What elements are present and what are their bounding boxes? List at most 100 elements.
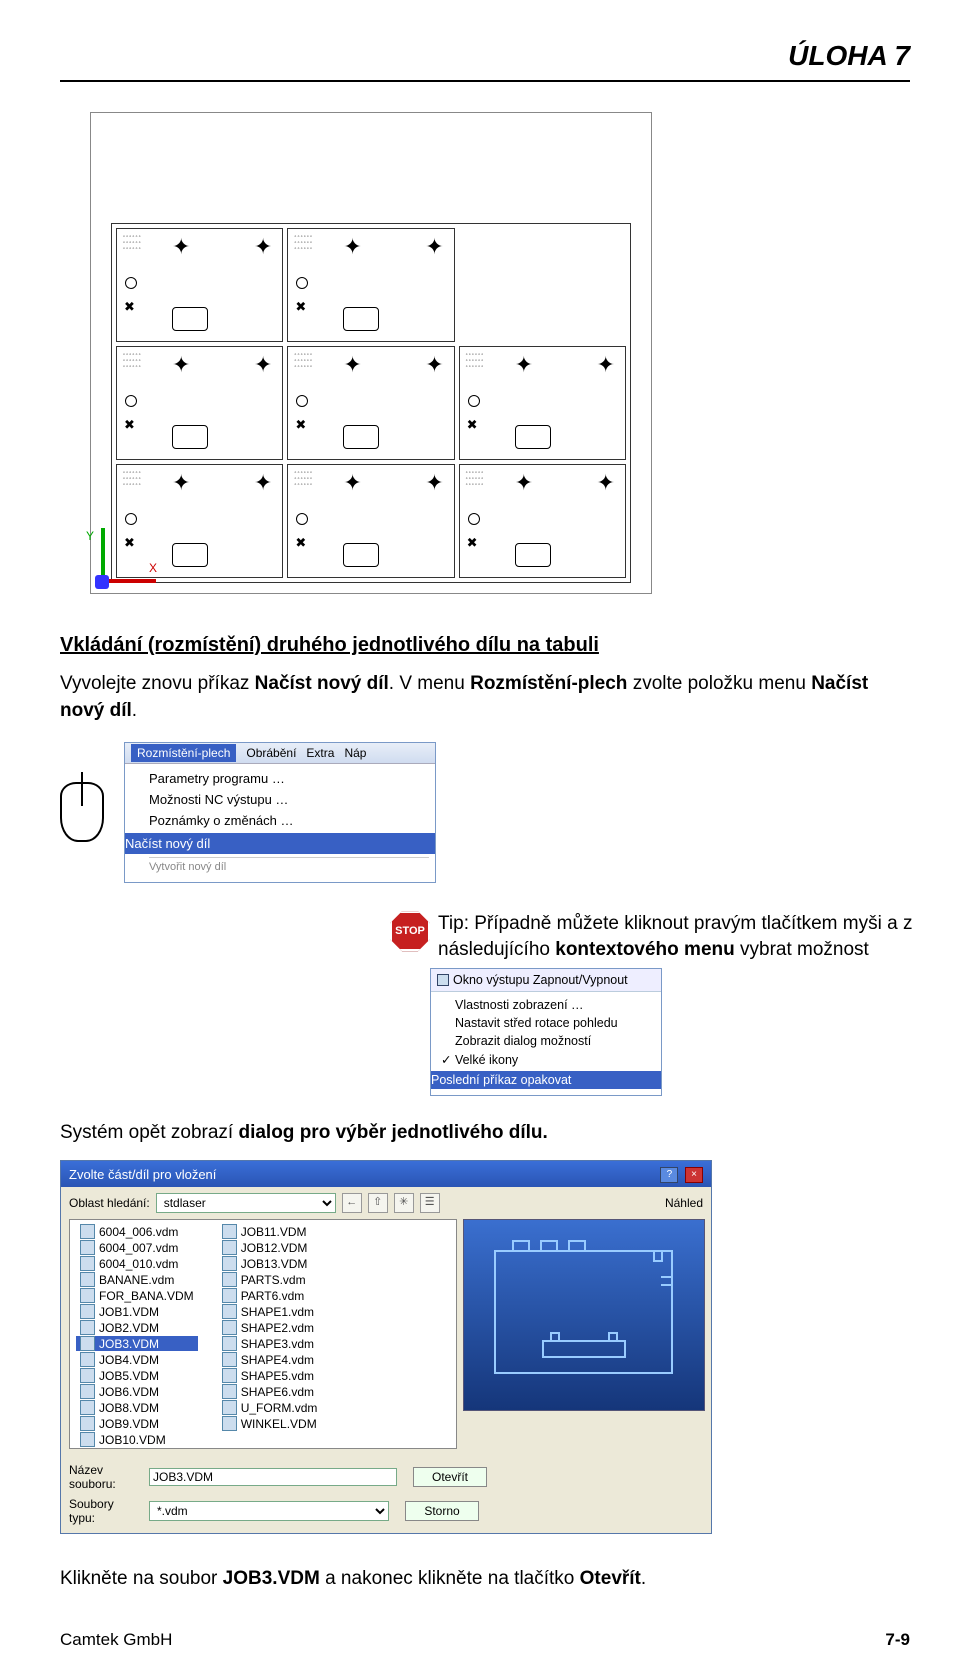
file-item[interactable]: JOB1.VDM	[76, 1304, 198, 1319]
preview-box	[463, 1219, 705, 1411]
file-item[interactable]: 6004_010.vdm	[76, 1256, 198, 1271]
file-list[interactable]: 6004_006.vdm6004_007.vdm 6004_010.vdm BANA…	[69, 1219, 457, 1449]
context-menu-item[interactable]: Nastavit střed rotace pohledu	[455, 1014, 655, 1032]
file-icon	[222, 1320, 237, 1335]
context-menu-item-checked[interactable]: Velké ikony	[455, 1050, 655, 1069]
file-name: JOB6.VDM	[99, 1385, 159, 1399]
lookin-label: Oblast hledání:	[69, 1196, 150, 1210]
file-icon	[80, 1400, 95, 1415]
file-icon	[80, 1288, 95, 1303]
menu-item[interactable]: Poznámky o změnách …	[149, 810, 429, 831]
part-cell: ◦◦◦◦◦◦◦◦◦◦◦◦◦◦◦◦◦◦✦✦✖	[116, 228, 283, 342]
file-name: JOB1.VDM	[99, 1305, 159, 1319]
closing-paragraph: Klikněte na soubor JOB3.VDM a nakonec kl…	[60, 1568, 910, 1590]
close-button[interactable]: ×	[685, 1167, 703, 1183]
file-name: WINKEL.VDM	[241, 1417, 317, 1431]
menu-tab-selected[interactable]: Rozmístění-plech	[131, 744, 236, 762]
file-icon	[80, 1304, 95, 1319]
text: Vyvolejte znovu příkaz	[60, 673, 255, 694]
part-cell: ◦◦◦◦◦◦◦◦◦◦◦◦◦◦◦◦◦◦✦✦✖	[287, 228, 454, 342]
file-name: PART6.vdm	[241, 1289, 305, 1303]
context-menu-header[interactable]: Okno výstupu Zapnout/Vypnout	[431, 969, 661, 992]
text-bold: JOB3.VDM	[223, 1568, 320, 1589]
file-item[interactable]: BANANE.vdm	[76, 1272, 198, 1287]
file-name: BANANE.vdm	[99, 1273, 174, 1287]
menu-item[interactable]: Parametry programu …	[149, 768, 429, 789]
lookin-select[interactable]: stdlaser	[156, 1193, 336, 1213]
context-menu-item-highlighted[interactable]: Poslední příkaz opakovat	[431, 1071, 661, 1089]
file-item[interactable]: 6004_006.vdm	[76, 1224, 198, 1239]
menu-item[interactable]: Možnosti NC výstupu …	[149, 789, 429, 810]
file-icon	[80, 1336, 95, 1351]
intro-paragraph: Vyvolejte znovu příkaz Načíst nový díl. …	[60, 671, 910, 724]
back-icon[interactable]: ←	[342, 1193, 362, 1213]
file-icon	[222, 1352, 237, 1367]
file-icon	[80, 1256, 95, 1271]
cancel-button[interactable]: Storno	[405, 1501, 479, 1521]
file-item[interactable]: 6004_007.vdm	[76, 1240, 198, 1255]
ctx-header-label: Okno výstupu Zapnout/Vypnout	[453, 973, 628, 987]
file-item[interactable]: JOB5.VDM	[76, 1368, 198, 1383]
file-name: PARTS.vdm	[241, 1273, 306, 1287]
menu-tab[interactable]: Obrábění	[246, 746, 296, 760]
file-item[interactable]: JOB2.VDM	[76, 1320, 198, 1335]
context-menu-item[interactable]: Zobrazit dialog možností	[455, 1032, 655, 1050]
file-item[interactable]: PARTS.vdm	[218, 1272, 322, 1287]
file-name: SHAPE5.vdm	[241, 1369, 314, 1383]
file-item[interactable]: JOB13.VDM	[218, 1256, 322, 1271]
file-item[interactable]: SHAPE6.vdm	[218, 1384, 322, 1399]
file-name: 6004_006.vdm	[99, 1225, 178, 1239]
file-item[interactable]: SHAPE1.vdm	[218, 1304, 322, 1319]
file-icon	[80, 1432, 95, 1447]
header-rule	[60, 80, 910, 82]
file-item[interactable]: SHAPE5.vdm	[218, 1368, 322, 1383]
filetype-select[interactable]: *.vdm	[149, 1501, 389, 1521]
file-name: SHAPE4.vdm	[241, 1353, 314, 1367]
file-item[interactable]: JOB8.VDM	[76, 1400, 198, 1415]
file-item[interactable]: JOB4.VDM	[76, 1352, 198, 1367]
context-menu-item[interactable]: Vlastnosti zobrazení …	[455, 996, 655, 1014]
file-item[interactable]: SHAPE2.vdm	[218, 1320, 322, 1335]
file-icon	[222, 1240, 237, 1255]
menu-item[interactable]: Vytvořit nový díl	[149, 857, 429, 876]
mouse-icon	[60, 782, 104, 842]
file-item[interactable]: SHAPE3.vdm	[218, 1336, 322, 1351]
up-icon[interactable]: ⇧	[368, 1193, 388, 1213]
help-button[interactable]: ?	[660, 1167, 678, 1183]
paragraph: Systém opět zobrazí dialog pro výběr jed…	[60, 1122, 910, 1144]
file-name: JOB2.VDM	[99, 1321, 159, 1335]
file-item[interactable]: JOB3.VDM	[76, 1336, 198, 1351]
dialog-title: Zvolte část/díl pro vložení	[69, 1167, 216, 1182]
file-item[interactable]: U_FORM.vdm	[218, 1400, 322, 1415]
file-name: SHAPE6.vdm	[241, 1385, 314, 1399]
file-name: SHAPE1.vdm	[241, 1305, 314, 1319]
file-icon	[222, 1368, 237, 1383]
text-bold: dialog pro výběr jednotlivého dílu.	[238, 1122, 547, 1143]
file-icon	[222, 1336, 237, 1351]
file-item[interactable]: FOR_BANA.VDM	[76, 1288, 198, 1303]
file-item[interactable]: WINKEL.VDM	[218, 1416, 322, 1431]
viewmode-icon[interactable]: ☰	[420, 1193, 440, 1213]
file-item[interactable]: PART6.vdm	[218, 1288, 322, 1303]
file-item[interactable]: JOB12.VDM	[218, 1240, 322, 1255]
file-icon	[222, 1272, 237, 1287]
menu-tab[interactable]: Extra	[306, 746, 334, 760]
footer-page: 7-9	[885, 1630, 910, 1650]
page-header: ÚLOHA 7	[60, 40, 910, 72]
newfolder-icon[interactable]: ✳	[394, 1193, 414, 1213]
filename-input[interactable]	[149, 1468, 397, 1486]
stop-icon: STOP	[390, 911, 430, 951]
file-item[interactable]: JOB9.VDM	[76, 1416, 198, 1431]
file-item[interactable]: SHAPE4.vdm	[218, 1352, 322, 1367]
file-name: 6004_010.vdm	[99, 1257, 178, 1271]
file-name: JOB12.VDM	[241, 1241, 308, 1255]
menu-tab[interactable]: Náp	[344, 746, 366, 760]
text: zvolte položku menu	[627, 673, 811, 694]
x-axis-label: X	[149, 561, 157, 575]
menu-item-highlighted[interactable]: Načíst nový díl	[125, 833, 435, 854]
open-button[interactable]: Otevřít	[413, 1467, 487, 1487]
file-item[interactable]: JOB6.VDM	[76, 1384, 198, 1399]
file-item[interactable]: JOB11.VDM	[218, 1224, 322, 1239]
file-item[interactable]: JOB10.VDM	[76, 1432, 198, 1447]
file-name: JOB13.VDM	[241, 1257, 308, 1271]
